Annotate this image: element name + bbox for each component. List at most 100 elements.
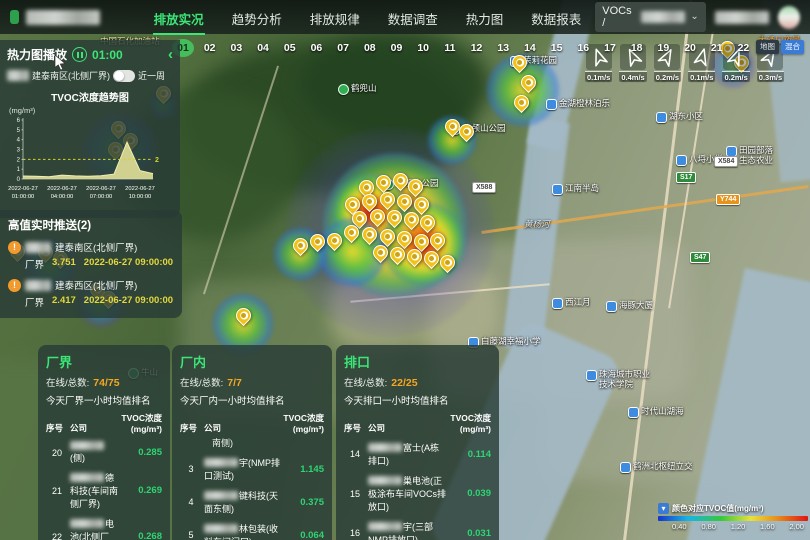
redacted-username: [715, 11, 769, 24]
redacted-company-prefix: [368, 522, 402, 531]
voc-site-pin[interactable]: [387, 210, 401, 228]
voc-site-pin[interactable]: [440, 255, 454, 273]
timeline-hour-20[interactable]: 20: [679, 39, 701, 57]
push-time: 2022-06-27 09:00:00: [84, 295, 173, 309]
ranking-panel-infactory: 厂内在线/总数:7/7今天厂内一小时均值排名序号公司TVOC浓度(mg/m³)南…: [172, 345, 332, 540]
rank-number: 20: [46, 448, 68, 458]
push-item[interactable]: !建泰南区(北侧厂界)厂界3.7512022-06-27 09:00:00: [8, 240, 174, 271]
timeline-hour-03[interactable]: 03: [225, 39, 247, 57]
rank-row[interactable]: 20(侧)0.285: [46, 441, 162, 464]
rank-row[interactable]: 3宇(NMP排口测试)1.145: [180, 456, 324, 482]
tab-heatmap[interactable]: 热力图: [465, 0, 505, 35]
voc-site-pin[interactable]: [521, 75, 535, 93]
panel-subtitle: 今天排口一小时均值排名: [344, 393, 491, 407]
high-value-push-panel: 高值实时推送(2) !建泰南区(北侧厂界)厂界3.7512022-06-27 0…: [0, 210, 182, 318]
voc-site-pin[interactable]: [404, 212, 418, 230]
voc-site-pin[interactable]: [514, 95, 528, 113]
rank-row[interactable]: 14富士(A栋排口)0.114: [344, 441, 491, 467]
rank-row[interactable]: 15巢电池(正极涂布车间VOCs排放口)0.039: [344, 474, 491, 513]
tvoc-value: 0.285: [120, 447, 162, 458]
tab-data-survey[interactable]: 数据调查: [387, 0, 439, 35]
wind-speed-label: 0.2m/s: [722, 71, 749, 82]
timeline-hour-11[interactable]: 11: [439, 39, 461, 57]
voc-site-pin[interactable]: [445, 119, 459, 137]
timeline-hour-06[interactable]: 06: [305, 39, 327, 57]
voc-site-pin[interactable]: [424, 251, 438, 269]
voc-site-pin[interactable]: [293, 238, 307, 256]
timeline-hour-08[interactable]: 08: [359, 39, 381, 57]
voc-site-pin[interactable]: [430, 233, 444, 251]
timeline-hour-17[interactable]: 17: [599, 39, 621, 57]
rank-row[interactable]: 16宇(三部NMP排放口)0.031: [344, 520, 491, 540]
timeline-hour-19[interactable]: 19: [652, 39, 674, 57]
push-item[interactable]: !建泰西区(北侧厂界)厂界2.4172022-06-27 09:00:00: [8, 278, 174, 309]
week-range-toggle[interactable]: [113, 70, 135, 82]
legend-tick: 1.20: [731, 522, 746, 531]
voc-site-pin[interactable]: [370, 209, 384, 227]
voc-site-pin[interactable]: [236, 308, 250, 326]
panel-subtitle: 今天厂内一小时均值排名: [180, 393, 324, 407]
timeline-hour-21[interactable]: 21: [706, 39, 728, 57]
rank-row[interactable]: 21德科技(车间南侧厂界)0.269: [46, 471, 162, 510]
map-type-hybrid-button[interactable]: 混合: [781, 40, 804, 54]
company-cell: 电池(北侧厂界): [70, 517, 118, 540]
chevron-down-icon: ⌄: [690, 15, 698, 19]
tvoc-value: 0.375: [282, 497, 324, 508]
voc-site-pin[interactable]: [344, 225, 358, 243]
redacted-company-prefix: [204, 458, 238, 467]
col-value-name: TVOC浓度: [278, 413, 324, 424]
tab-emission-live[interactable]: 排放实况: [153, 0, 205, 35]
rank-row[interactable]: 4键科技(天面东侧)0.375: [180, 489, 324, 515]
tab-data-report[interactable]: 数据报表: [530, 0, 582, 35]
pause-button[interactable]: [72, 47, 87, 62]
online-label: 在线/总数:: [180, 378, 223, 389]
timeline-hour-14[interactable]: 14: [519, 39, 541, 57]
voc-site-pin[interactable]: [393, 173, 407, 191]
svg-text:2022-06-27: 2022-06-27: [125, 186, 155, 192]
rank-number: 4: [180, 497, 202, 507]
col-value-unit: (mg/m³): [278, 424, 324, 435]
nav-tabs: 排放实况趋势分析排放规律数据调查热力图数据报表: [140, 0, 596, 35]
voc-site-pin[interactable]: [390, 247, 404, 265]
col-company: 公司: [368, 422, 443, 434]
timeline-hour-22[interactable]: 22: [732, 39, 754, 57]
company-cell: 宇(NMP排口测试): [204, 456, 280, 482]
col-no: 序号: [46, 422, 68, 434]
timeline-hour-02[interactable]: 02: [199, 39, 221, 57]
timeline-hour-10[interactable]: 10: [412, 39, 434, 57]
timeline-hour-15[interactable]: 15: [546, 39, 568, 57]
user-avatar[interactable]: [778, 6, 800, 29]
timeline-hour-05[interactable]: 05: [279, 39, 301, 57]
voc-site-pin[interactable]: [380, 192, 394, 210]
timeline-hour-12[interactable]: 12: [466, 39, 488, 57]
redacted-company-name: [25, 242, 51, 253]
redacted-company-prefix: [70, 441, 104, 450]
timeline-hour-04[interactable]: 04: [252, 39, 274, 57]
map-type-map-button[interactable]: 地图: [756, 40, 779, 54]
vocs-selector[interactable]: VOCs / ⌄: [595, 2, 705, 32]
timeline-hour-18[interactable]: 18: [626, 39, 648, 57]
timeline-hour-09[interactable]: 09: [386, 39, 408, 57]
voc-site-pin[interactable]: [376, 175, 390, 193]
voc-site-pin[interactable]: [407, 249, 421, 267]
timeline-hours: 0102030405060708091011121314151617181920…: [172, 37, 808, 59]
voc-site-pin[interactable]: [459, 124, 473, 142]
timeline-hour-13[interactable]: 13: [492, 39, 514, 57]
company-cell: 键科技(天面东侧): [204, 489, 280, 515]
timeline-hour-16[interactable]: 16: [572, 39, 594, 57]
rank-row[interactable]: 5林包装(收料车间门口)0.064: [180, 522, 324, 540]
tab-emission-pattern[interactable]: 排放规律: [309, 0, 361, 35]
timeline-hour-07[interactable]: 07: [332, 39, 354, 57]
legend-gradient-bar: [658, 516, 808, 521]
col-value-unit: (mg/m³): [445, 424, 491, 435]
voc-site-pin[interactable]: [327, 233, 341, 251]
voc-site-pin[interactable]: [310, 234, 324, 252]
tab-trend-analysis[interactable]: 趋势分析: [231, 0, 283, 35]
rank-row[interactable]: 22电池(北侧厂界)0.268: [46, 517, 162, 540]
voc-site-pin[interactable]: [362, 227, 376, 245]
voc-site-pin[interactable]: [420, 215, 434, 233]
trend-chart-title: TVOC浓度趋势图: [7, 89, 173, 104]
collapse-panel-chevron-icon[interactable]: ‹: [168, 50, 173, 60]
voc-site-pin[interactable]: [373, 245, 387, 263]
playback-time: 01:00: [92, 48, 123, 62]
